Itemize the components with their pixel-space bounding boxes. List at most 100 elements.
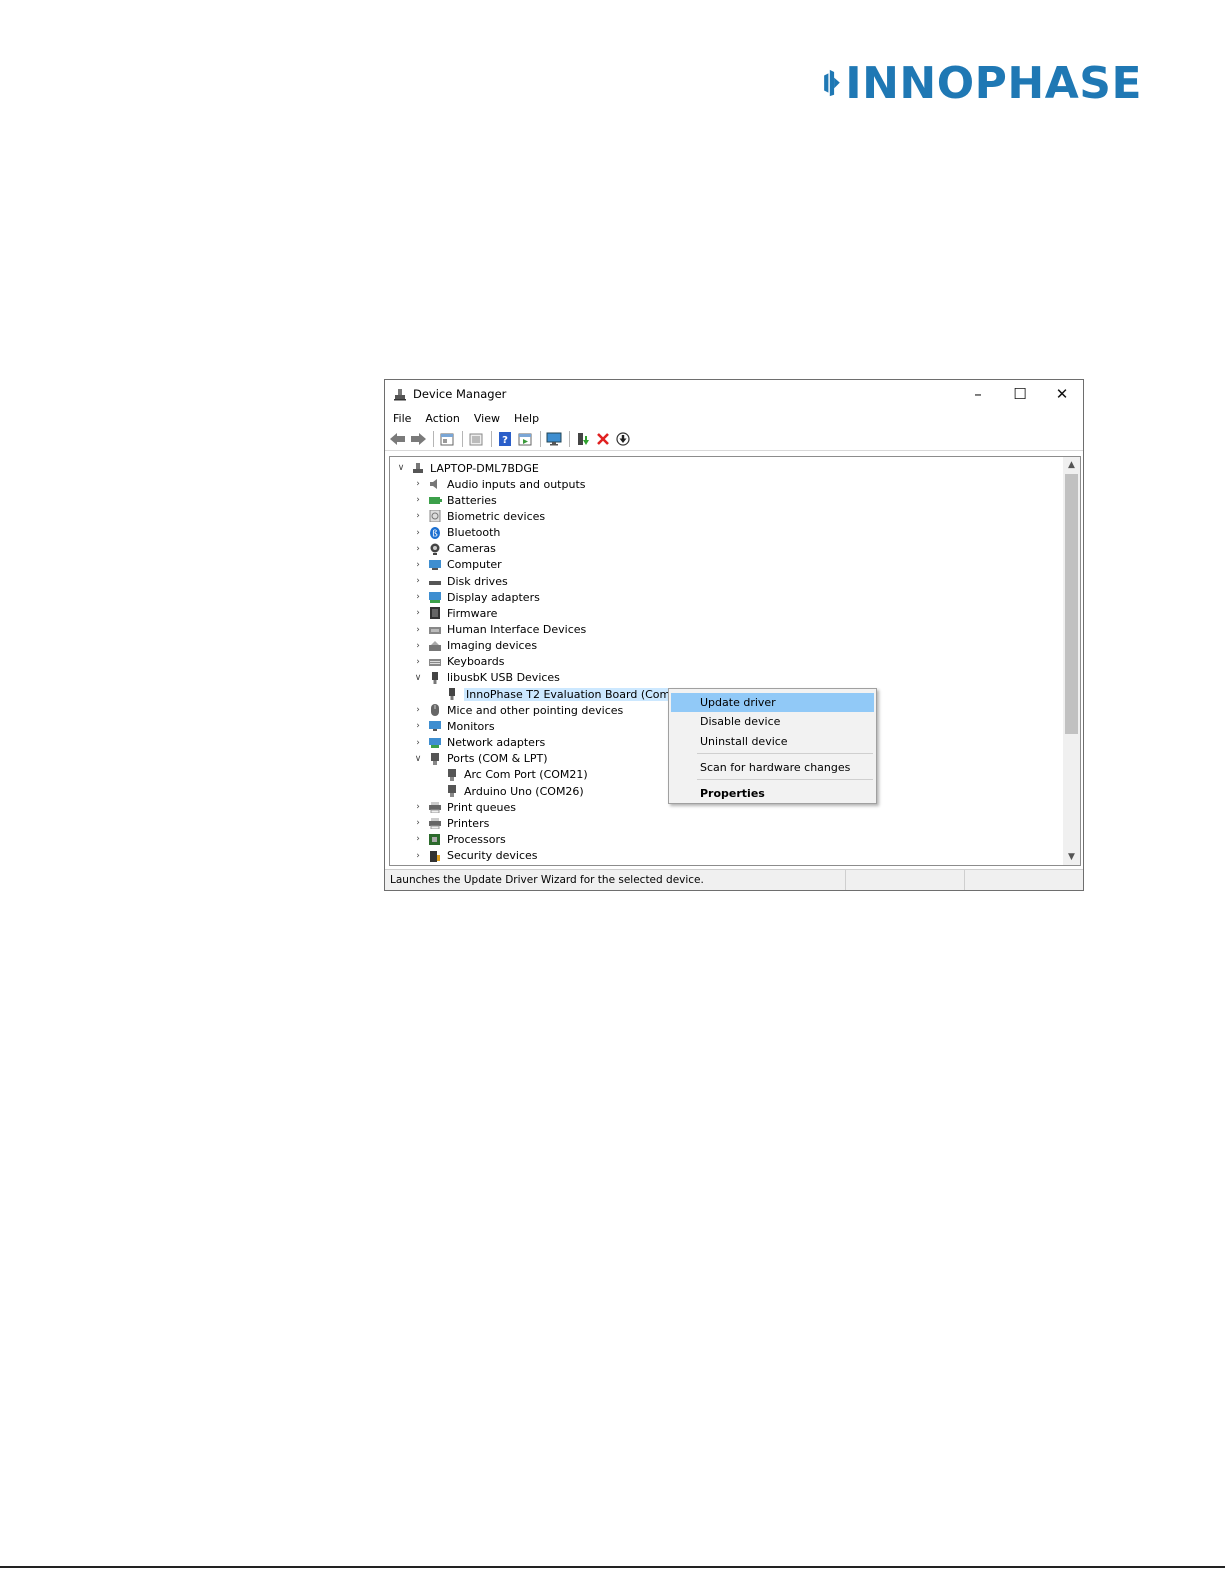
context-menu-disable-device[interactable]: Disable device xyxy=(671,712,874,731)
tree-item[interactable]: › Print queues xyxy=(412,799,516,815)
tree-item[interactable]: › Mice and other pointing devices xyxy=(412,702,623,718)
properties-icon[interactable] xyxy=(438,430,456,448)
tree-item-label: libusbK USB Devices xyxy=(447,671,560,685)
tree-item-label: Disk drives xyxy=(447,574,508,588)
chevron-right-icon[interactable]: › xyxy=(412,818,424,828)
chevron-right-icon[interactable]: › xyxy=(412,851,424,861)
disk-icon xyxy=(429,581,441,586)
tree-item-label: Human Interface Devices xyxy=(447,623,587,636)
status-cell xyxy=(845,870,964,890)
chevron-right-icon[interactable]: › xyxy=(412,802,424,812)
svg-text:?: ? xyxy=(502,435,508,446)
fingerprint-icon xyxy=(429,510,441,523)
tree-item[interactable]: › Cameras xyxy=(412,541,496,557)
chevron-right-icon[interactable]: › xyxy=(412,544,424,554)
help-icon[interactable]: ? xyxy=(496,430,514,448)
download-icon[interactable] xyxy=(614,430,632,448)
device-tree[interactable]: ▲ ▼ ∨ LAPTOP-DML7BDGE › Audio inputs and ou… xyxy=(389,456,1081,866)
chevron-right-icon[interactable]: › xyxy=(412,641,424,651)
usb-icon xyxy=(449,688,455,701)
tree-item[interactable]: › ß Bluetooth xyxy=(412,525,500,541)
context-menu-uninstall-device[interactable]: Uninstall device xyxy=(671,732,874,751)
tree-item[interactable]: ∨ LAPTOP-DML7BDGE xyxy=(395,460,539,476)
context-menu: Update driver Disable device Uninstall dev… xyxy=(668,688,877,804)
chevron-right-icon[interactable]: › xyxy=(412,834,424,844)
chevron-right-icon[interactable]: › xyxy=(412,738,424,748)
menu-action[interactable]: Action xyxy=(425,412,459,425)
tree-item-label: Keyboards xyxy=(447,655,505,669)
maximize-button[interactable]: ☐ xyxy=(999,380,1041,408)
chevron-right-icon[interactable]: › xyxy=(412,592,424,602)
chevron-right-icon[interactable]: › xyxy=(412,721,424,731)
update-driver-icon[interactable] xyxy=(574,430,592,448)
tree-item[interactable]: › Computer xyxy=(412,557,502,573)
chevron-right-icon[interactable]: › xyxy=(412,495,424,505)
vertical-scrollbar[interactable]: ▲ ▼ xyxy=(1063,457,1080,865)
close-button[interactable]: ✕ xyxy=(1041,380,1083,408)
chevron-right-icon[interactable]: › xyxy=(412,608,424,618)
context-menu-update-driver[interactable]: Update driver xyxy=(671,693,874,712)
context-menu-scan-for-hardware-changes[interactable]: Scan for hardware changes xyxy=(671,758,874,777)
network-icon xyxy=(429,737,441,748)
uninstall-icon[interactable] xyxy=(594,430,612,448)
menu-file[interactable]: File xyxy=(393,412,411,425)
chevron-right-icon[interactable]: › xyxy=(412,625,424,635)
tree-item[interactable]: › Imaging devices xyxy=(412,638,537,654)
tree-item[interactable]: › Biometric devices xyxy=(412,508,545,524)
back-icon[interactable] xyxy=(389,430,407,448)
status-bar: Launches the Update Driver Wizard for th… xyxy=(385,869,1083,890)
scroll-down-icon[interactable]: ▼ xyxy=(1063,849,1080,865)
chevron-right-icon[interactable]: › xyxy=(412,560,424,570)
chevron-right-icon[interactable]: › xyxy=(412,705,424,715)
tree-item[interactable]: ∨ libusbK USB Devices xyxy=(412,670,560,686)
tree-item[interactable]: › Batteries xyxy=(412,492,497,508)
tree-item[interactable]: › Security devices xyxy=(412,848,537,864)
tree-item[interactable]: › Monitors xyxy=(412,718,494,734)
menu-help[interactable]: Help xyxy=(514,412,539,425)
tree-item[interactable]: › Human Interface Devices xyxy=(412,622,586,638)
forward-icon[interactable] xyxy=(409,430,427,448)
tree-item[interactable]: › Network adapters xyxy=(412,735,545,751)
status-text: Launches the Update Driver Wizard for th… xyxy=(390,874,704,886)
printer-icon xyxy=(429,802,441,814)
printer-icon xyxy=(429,818,441,830)
chevron-down-icon[interactable]: ∨ xyxy=(395,463,407,473)
tree-item[interactable]: › Firmware xyxy=(412,605,497,621)
chevron-right-icon[interactable]: › xyxy=(412,511,424,521)
chevron-right-icon[interactable]: › xyxy=(412,657,424,667)
monitor-icon[interactable] xyxy=(545,430,563,448)
chevron-right-icon[interactable]: › xyxy=(412,576,424,586)
tree-item-label: Computer xyxy=(447,558,502,572)
action-icon[interactable] xyxy=(516,430,534,448)
context-menu-properties[interactable]: Properties xyxy=(671,784,874,803)
chevron-right-icon[interactable]: › xyxy=(412,528,424,538)
tree-item[interactable]: › Display adapters xyxy=(412,589,540,605)
tree-item[interactable]: InnoPhase T2 Evaluation Board (Composite xyxy=(429,686,706,702)
scroll-thumb[interactable] xyxy=(1065,474,1078,734)
tree-item[interactable]: Arc Com Port (COM21) xyxy=(429,767,588,783)
minimize-button[interactable]: – xyxy=(957,380,999,408)
speaker-icon xyxy=(430,479,437,490)
tree-item[interactable]: › Printers xyxy=(412,815,489,831)
menu-bar: File Action View Help xyxy=(385,409,553,427)
battery-icon xyxy=(429,497,442,505)
tree-item[interactable]: ∨ Ports (COM & LPT) xyxy=(412,751,548,767)
title-bar[interactable]: Device Manager – ☐ ✕ xyxy=(385,380,1083,408)
tree-item[interactable]: › Keyboards xyxy=(412,654,504,670)
menu-view[interactable]: View xyxy=(474,412,500,425)
chevron-right-icon[interactable]: › xyxy=(412,479,424,489)
scroll-up-icon[interactable]: ▲ xyxy=(1063,457,1080,473)
chevron-down-icon[interactable]: ∨ xyxy=(412,673,424,683)
usb-icon xyxy=(432,671,438,684)
menu-separator xyxy=(697,779,873,780)
tree-item[interactable]: › Disk drives xyxy=(412,573,508,589)
chevron-down-icon[interactable]: ∨ xyxy=(412,754,424,764)
show-hidden-icon[interactable] xyxy=(467,430,485,448)
tree-item[interactable]: Arduino Uno (COM26) xyxy=(429,783,584,799)
page-divider xyxy=(0,1566,1225,1568)
tree-item-label: Arc Com Port (COM21) xyxy=(464,768,588,782)
tree-item-label: Bluetooth xyxy=(447,526,501,540)
tree-item-label: Network adapters xyxy=(447,736,546,750)
tree-item[interactable]: › Processors xyxy=(412,831,506,847)
tree-item[interactable]: › Audio inputs and outputs xyxy=(412,476,585,492)
